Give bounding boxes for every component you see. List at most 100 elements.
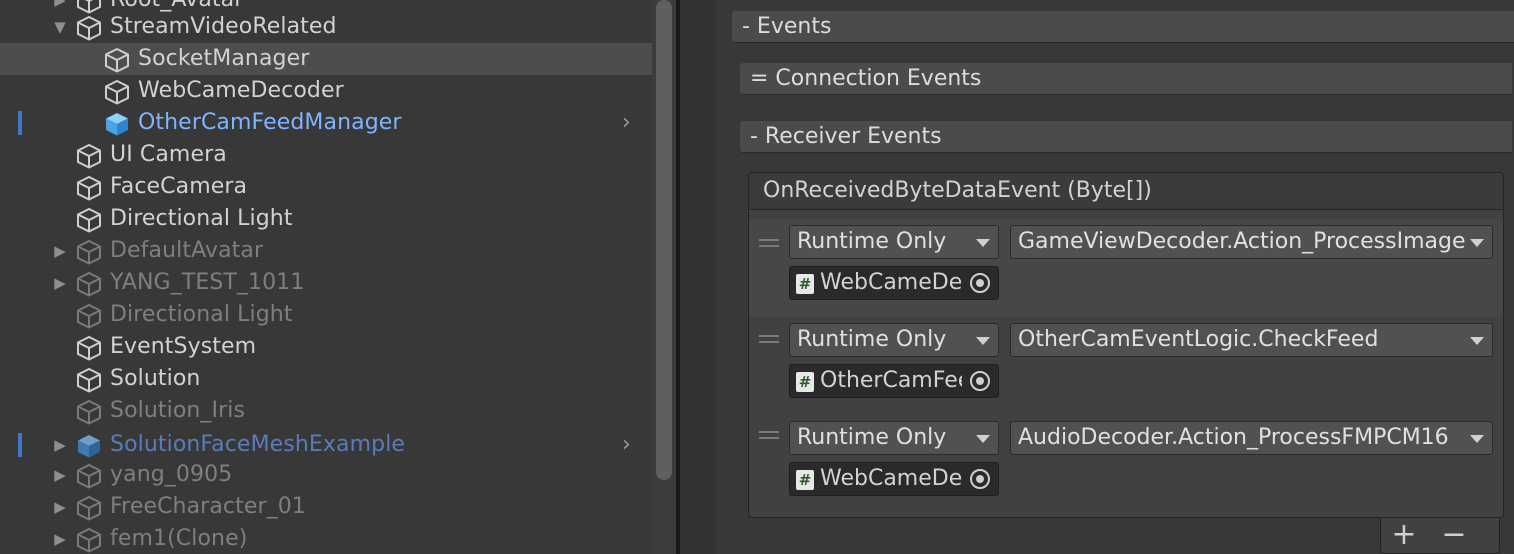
gameobject-cube-icon	[77, 400, 101, 425]
prefab-cube-icon	[78, 435, 100, 458]
hierarchy-row-ui-camera[interactable]: UI Camera	[0, 139, 652, 171]
gameobject-cube-icon	[77, 144, 101, 169]
hierarchy-row-solution-face-mesh-example[interactable]: ▶ SolutionFaceMeshExample ›	[0, 429, 652, 461]
gameobject-cube-icon	[105, 48, 129, 73]
gameobject-cube-icon	[77, 208, 101, 233]
gameobject-cube-icon	[77, 176, 101, 201]
hierarchy-row-label: WebCameDecoder	[138, 78, 344, 103]
hierarchy-row-face-camera[interactable]: FaceCamera	[0, 171, 652, 203]
remove-listener-button[interactable]: −	[1434, 518, 1474, 554]
gameobject-cube-icon	[77, 304, 101, 329]
gameobject-cube-icon	[77, 336, 101, 361]
dropdown-caret-icon	[1470, 239, 1484, 247]
function-dropdown[interactable]: GameViewDecoder.Action_ProcessImageData	[1010, 225, 1493, 259]
prefab-open-chevron-icon[interactable]: ›	[622, 107, 631, 139]
drag-handle-icon[interactable]	[759, 431, 779, 439]
hierarchy-row-default-avatar[interactable]: ▶ DefaultAvatar	[0, 235, 652, 267]
hierarchy-row-yang-0905[interactable]: ▶ yang_0905	[0, 459, 652, 491]
gameobject-cube-icon	[77, 496, 101, 521]
event-list-title: OnReceivedByteDataEvent (Byte[])	[749, 173, 1503, 210]
inspector-gutter	[680, 0, 716, 554]
hierarchy-row-label: StreamVideoRelated	[110, 14, 337, 39]
gameobject-cube-icon	[77, 272, 101, 297]
connection-events-foldout[interactable]: = Connection Events	[740, 63, 1512, 95]
hierarchy-scrollbar-thumb[interactable]	[656, 0, 672, 480]
script-hash-icon: #	[796, 470, 814, 490]
hierarchy-row-label: FaceCamera	[110, 174, 248, 199]
expand-arrow-icon[interactable]: ▶	[51, 267, 69, 299]
hierarchy-row-label: YANG_TEST_1011	[110, 270, 305, 295]
unity-event-list: OnReceivedByteDataEvent (Byte[]) Runtime…	[748, 172, 1504, 518]
inspector-panel: - Events = Connection Events - Receiver …	[680, 0, 1514, 554]
target-object-field[interactable]: # OtherCamFeedManager	[789, 364, 999, 398]
event-entry[interactable]: Runtime Only GameViewDecoder.Action_Proc…	[749, 219, 1503, 317]
script-hash-icon: #	[796, 274, 814, 294]
hierarchy-row-web-came-decoder[interactable]: WebCameDecoder	[0, 75, 652, 107]
hierarchy-scrollbar[interactable]	[652, 0, 676, 554]
drag-handle-icon[interactable]	[759, 239, 779, 247]
receiver-events-foldout[interactable]: - Receiver Events	[740, 121, 1512, 153]
hierarchy-row-label: DefaultAvatar	[110, 238, 264, 263]
prefab-override-marker	[18, 433, 22, 457]
hierarchy-row-label: FreeCharacter_01	[110, 494, 306, 519]
object-picker-button[interactable]	[962, 267, 998, 299]
hierarchy-row-directional-light[interactable]: Directional Light	[0, 203, 652, 235]
hierarchy-row-label: Solution	[110, 366, 201, 391]
collapse-arrow-icon[interactable]: ▼	[51, 11, 69, 43]
dropdown-caret-icon	[1470, 435, 1484, 443]
gameobject-cube-icon	[77, 528, 101, 553]
hierarchy-panel: ▶ Root_Avatar ▼ StreamVideoRelated Socke…	[0, 0, 652, 554]
hierarchy-row-directional-light-disabled[interactable]: Directional Light	[0, 299, 652, 331]
hierarchy-row-yang-test-1011[interactable]: ▶ YANG_TEST_1011	[0, 267, 652, 299]
expand-arrow-icon[interactable]: ▶	[51, 523, 69, 554]
hierarchy-row-other-cam-feed-manager[interactable]: OtherCamFeedManager ›	[0, 107, 652, 139]
runtime-mode-dropdown[interactable]: Runtime Only	[789, 225, 999, 259]
gameobject-cube-icon	[77, 464, 101, 489]
event-entry[interactable]: Runtime Only OtherCamEventLogic.CheckFee…	[749, 317, 1503, 415]
event-entry[interactable]: Runtime Only AudioDecoder.Action_Process…	[749, 415, 1503, 513]
dropdown-caret-icon	[976, 239, 990, 247]
hierarchy-row-event-system[interactable]: EventSystem	[0, 331, 652, 363]
gameobject-cube-icon	[105, 80, 129, 105]
object-picker-button[interactable]	[962, 365, 998, 397]
expand-arrow-icon[interactable]: ▶	[51, 235, 69, 267]
runtime-mode-dropdown[interactable]: Runtime Only	[789, 421, 999, 455]
hierarchy-row-socket-manager[interactable]: SocketManager	[0, 43, 652, 75]
object-picker-button[interactable]	[962, 463, 998, 495]
hierarchy-row-stream-video-related[interactable]: ▼ StreamVideoRelated	[0, 11, 652, 43]
prefab-override-marker	[18, 111, 22, 135]
hierarchy-row-label: Directional Light	[110, 302, 293, 327]
expand-arrow-icon[interactable]: ▶	[51, 459, 69, 491]
prefab-open-chevron-icon[interactable]: ›	[622, 429, 631, 461]
add-listener-button[interactable]: +	[1384, 518, 1424, 554]
dropdown-caret-icon	[1470, 337, 1484, 345]
gameobject-cube-icon	[77, 16, 101, 41]
hierarchy-row-label: SolutionFaceMeshExample	[110, 432, 406, 457]
dropdown-caret-icon	[976, 435, 990, 443]
hierarchy-row-label: OtherCamFeedManager	[138, 110, 402, 135]
hierarchy-row-free-character-01[interactable]: ▶ FreeCharacter_01	[0, 491, 652, 523]
hierarchy-row-label: fem1(Clone)	[110, 526, 248, 551]
hierarchy-row-label: yang_0905	[110, 462, 233, 487]
hierarchy-row-label: EventSystem	[110, 334, 257, 359]
hierarchy-row-label: Solution_Iris	[110, 398, 246, 423]
drag-handle-icon[interactable]	[759, 335, 779, 343]
expand-arrow-icon[interactable]: ▶	[51, 429, 69, 461]
prefab-cube-icon	[106, 113, 128, 136]
function-dropdown[interactable]: OtherCamEventLogic.CheckFeed	[1010, 323, 1493, 357]
target-object-field[interactable]: # WebCameDecoder	[789, 462, 999, 496]
expand-arrow-icon[interactable]: ▶	[51, 491, 69, 523]
hierarchy-row-solution-iris[interactable]: Solution_Iris	[0, 395, 652, 427]
events-foldout[interactable]: - Events	[732, 11, 1514, 43]
function-dropdown[interactable]: AudioDecoder.Action_ProcessFMPCM16	[1010, 421, 1493, 455]
hierarchy-row-solution[interactable]: Solution	[0, 363, 652, 395]
runtime-mode-dropdown[interactable]: Runtime Only	[789, 323, 999, 357]
event-list-footer: + −	[1380, 518, 1500, 554]
target-object-field[interactable]: # WebCameDecoder	[789, 266, 999, 300]
script-hash-icon: #	[796, 372, 814, 392]
gameobject-cube-icon	[77, 240, 101, 265]
gameobject-cube-icon	[77, 368, 101, 393]
hierarchy-row-label: SocketManager	[138, 46, 310, 71]
hierarchy-row-fem1-clone[interactable]: ▶ fem1(Clone)	[0, 523, 652, 554]
dropdown-caret-icon	[976, 337, 990, 345]
